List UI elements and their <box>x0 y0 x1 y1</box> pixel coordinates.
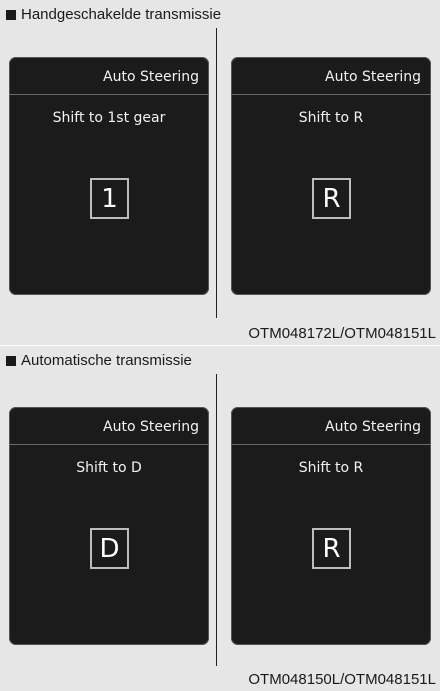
shift-message: Shift to D <box>76 460 142 476</box>
display-header: Auto Steering <box>231 407 431 445</box>
display-header-text: Auto Steering <box>103 69 199 85</box>
divider-line <box>216 374 217 666</box>
image-code: OTM048150L/OTM048151L <box>248 671 436 688</box>
image-code: OTM048172L/OTM048151L <box>248 325 436 342</box>
manual-transmission-section: Handgeschakelde transmissie Auto Steerin… <box>0 0 440 345</box>
display-header-text: Auto Steering <box>325 69 421 85</box>
shift-message: Shift to 1st gear <box>52 110 166 126</box>
gear-indicator: R <box>312 528 351 569</box>
cluster-display: Auto Steering Shift to R R <box>231 407 431 645</box>
section-title-text: Automatische transmissie <box>21 352 192 369</box>
display-header-text: Auto Steering <box>325 419 421 435</box>
section-title: Automatische transmissie <box>6 352 192 369</box>
display-header: Auto Steering <box>231 57 431 95</box>
section-title: Handgeschakelde transmissie <box>6 6 221 23</box>
square-bullet-icon <box>6 355 16 366</box>
display-header: Auto Steering <box>9 407 209 445</box>
display-header-text: Auto Steering <box>103 419 199 435</box>
cluster-display: Auto Steering Shift to D D <box>9 407 209 645</box>
shift-message: Shift to R <box>298 460 364 476</box>
cluster-display: Auto Steering Shift to R R <box>231 57 431 295</box>
gear-indicator: R <box>312 178 351 219</box>
shift-message: Shift to R <box>298 110 364 126</box>
gear-indicator: 1 <box>90 178 129 219</box>
gear-indicator: D <box>90 528 129 569</box>
automatic-transmission-section: Automatische transmissie Auto Steering S… <box>0 346 440 691</box>
square-bullet-icon <box>6 9 16 20</box>
section-title-text: Handgeschakelde transmissie <box>21 6 222 23</box>
cluster-display: Auto Steering Shift to 1st gear 1 <box>9 57 209 295</box>
divider-line <box>216 28 217 318</box>
display-header: Auto Steering <box>9 57 209 95</box>
